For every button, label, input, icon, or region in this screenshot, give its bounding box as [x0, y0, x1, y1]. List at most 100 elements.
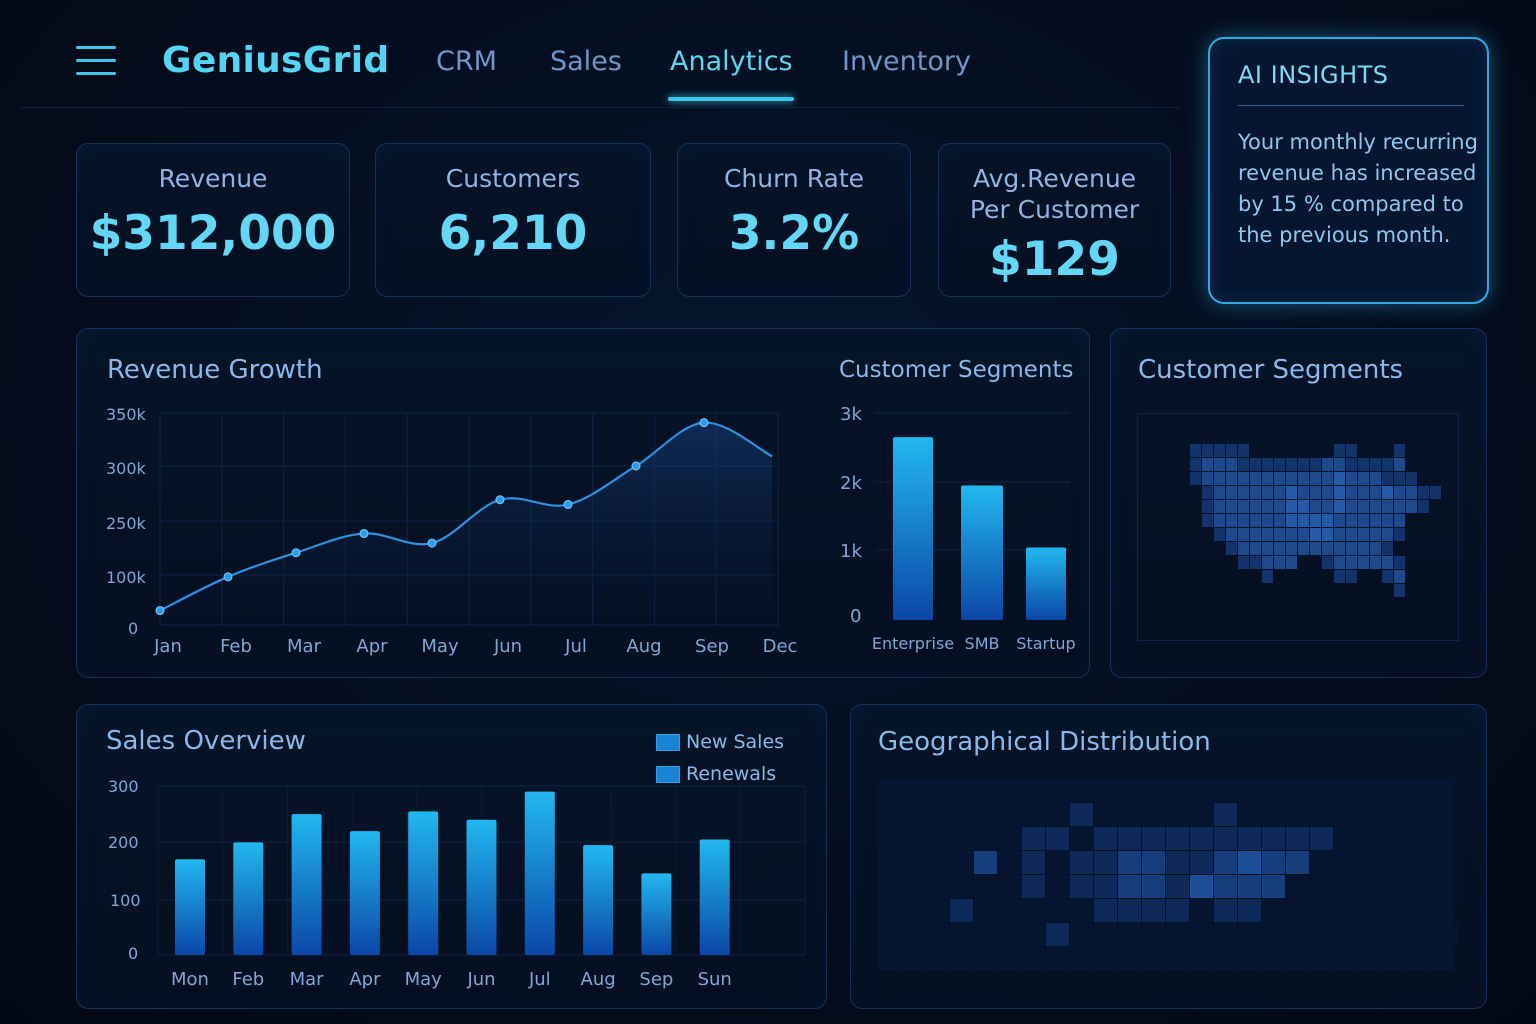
geo-cell: [1166, 827, 1189, 850]
geo-cell: [1142, 827, 1165, 850]
map-tile: [1214, 514, 1225, 527]
geo-cell: [1334, 947, 1357, 970]
map-tile: [1298, 472, 1309, 485]
x-tick-label: Sun: [698, 969, 732, 990]
geo-cell: [1214, 923, 1237, 946]
map-tile: [1322, 528, 1333, 541]
kpi-value: $129: [989, 232, 1120, 287]
x-tick-label: Jul: [528, 969, 551, 990]
geo-cell: [1094, 947, 1117, 970]
geo-cell: [926, 779, 949, 802]
geo-cell: [878, 899, 901, 922]
kpi-label-line2: Per Customer: [969, 195, 1140, 224]
map-tile: [1274, 514, 1285, 527]
geo-cell: [1310, 923, 1333, 946]
sales-bar: [524, 791, 555, 955]
sales-bar: [641, 873, 672, 955]
geo-cell: [1310, 803, 1333, 826]
geo-cell: [1406, 899, 1429, 922]
map-tile: [1310, 514, 1321, 527]
geo-cell: [1190, 803, 1213, 826]
map-tile: [1262, 500, 1273, 513]
map-tile: [1274, 528, 1285, 541]
geo-cell: [974, 875, 997, 898]
map-tile: [1226, 472, 1237, 485]
geo-cell: [1430, 779, 1453, 802]
geo-cell: [902, 875, 925, 898]
map-tile: [1226, 514, 1237, 527]
geo-cell: [1094, 803, 1117, 826]
map-tile: [1226, 458, 1237, 471]
geo-cell: [1070, 779, 1093, 802]
geo-cell: [1166, 851, 1189, 874]
geo-cell: [1286, 779, 1309, 802]
geo-cell: [1382, 779, 1405, 802]
map-tile: [1202, 444, 1213, 457]
map-tile: [1346, 556, 1357, 569]
nav-inventory[interactable]: Inventory: [842, 46, 971, 77]
us-map: [1137, 413, 1459, 641]
geo-cell: [1022, 947, 1045, 970]
geo-cell: [1286, 899, 1309, 922]
geo-cell: [926, 923, 949, 946]
map-tile: [1322, 542, 1333, 555]
map-tile: [1190, 444, 1201, 457]
map-tile: [1382, 500, 1393, 513]
legend-swatch-new-sales: [656, 734, 680, 751]
geo-cell: [950, 875, 973, 898]
map-tile: [1358, 542, 1369, 555]
nav-analytics[interactable]: Analytics: [670, 46, 793, 77]
geo-cell: [1118, 827, 1141, 850]
map-tile: [1202, 486, 1213, 499]
map-tile: [1418, 500, 1429, 513]
geo-cell: [950, 947, 973, 970]
y-tick-label: 300: [108, 777, 139, 796]
map-tile: [1322, 458, 1333, 471]
brand-logo: GeniusGrid: [162, 40, 390, 81]
map-tile: [1382, 458, 1393, 471]
map-tile: [1202, 514, 1213, 527]
map-tile: [1226, 528, 1237, 541]
nav-crm[interactable]: CRM: [436, 46, 497, 77]
map-tile: [1334, 444, 1345, 457]
map-tile: [1322, 514, 1333, 527]
map-tile: [1238, 514, 1249, 527]
map-tile: [1382, 472, 1393, 485]
map-tile: [1406, 486, 1417, 499]
geo-cell: [878, 875, 901, 898]
map-tile: [1334, 486, 1345, 499]
geo-cell: [1430, 851, 1453, 874]
legend-label: New Sales: [686, 731, 785, 753]
nav-sales[interactable]: Sales: [550, 46, 622, 77]
chart-grid: [157, 785, 806, 956]
map-tile: [1346, 528, 1357, 541]
ai-insights-card[interactable]: AI INSIGHTS Your monthly recurring reven…: [1208, 37, 1489, 304]
geo-cell: [974, 923, 997, 946]
geo-cell: [1070, 899, 1093, 922]
map-tile: [1382, 486, 1393, 499]
kpi-value: 3.2%: [728, 206, 860, 261]
map-tile: [1430, 486, 1441, 499]
geo-cell: [1166, 779, 1189, 802]
geo-cell: [950, 779, 973, 802]
sales-bar: [175, 859, 205, 955]
geo-cell: [1046, 947, 1069, 970]
geo-cell: [1022, 803, 1045, 826]
map-tile: [1358, 514, 1369, 527]
panel-title: Geographical Distribution: [878, 727, 1211, 757]
geo-cell: [1406, 851, 1429, 874]
geo-cell: [1358, 899, 1381, 922]
map-tile: [1238, 486, 1249, 499]
geo-cell: [926, 875, 949, 898]
sales-bar: [408, 811, 439, 955]
divider: [1238, 105, 1464, 106]
geo-cell: [1166, 947, 1189, 970]
geo-cell: [974, 803, 997, 826]
map-tile: [1334, 542, 1345, 555]
geo-cell: [1310, 899, 1333, 922]
geo-cell: [1046, 803, 1069, 826]
map-tile: [1286, 486, 1297, 499]
menu-icon[interactable]: [76, 44, 116, 78]
ai-insights-text: Your monthly recurring revenue has incre…: [1238, 130, 1478, 247]
geo-cell: [1190, 827, 1213, 850]
